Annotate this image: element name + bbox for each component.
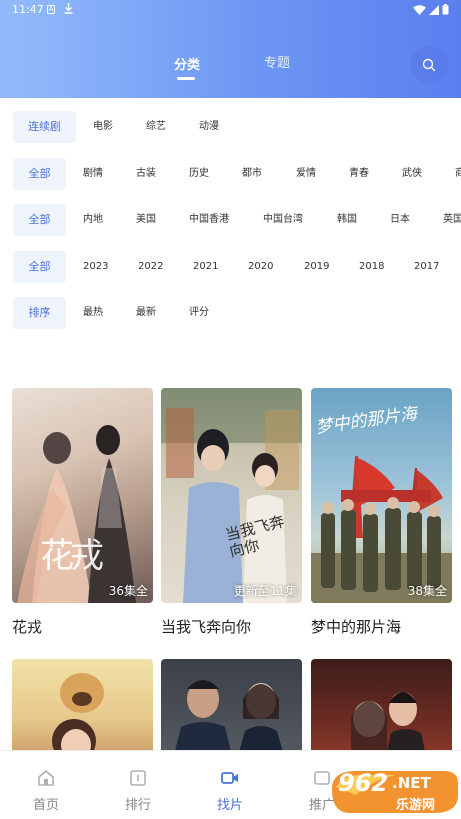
search-icon [422,58,436,72]
video-poster [12,659,153,759]
filter-sort-label[interactable]: 排序 [13,297,66,329]
filter-option[interactable]: 中国香港 [189,204,229,236]
notification-a-icon: A [47,5,55,14]
home-icon [38,770,54,786]
wifi-icon [413,4,426,15]
video-card[interactable] [161,659,302,759]
video-title: 花戎 [12,618,43,636]
tab-category[interactable]: 分类 [174,54,200,73]
filter-option[interactable]: 2017 [414,251,439,283]
filter-genre-selected[interactable]: 全部 [13,158,66,190]
filter-option[interactable]: 2020 [248,251,273,283]
filter-option[interactable]: 2021 [193,251,218,283]
filter-option[interactable]: 最热 [83,297,103,329]
filter-option[interactable]: 武侠 [402,158,422,190]
filter-option[interactable]: 评分 [189,297,209,329]
video-poster [311,659,452,759]
filter-row-region: 全部 内地 美国 中国香港 中国台湾 韩国 日本 英国 [0,204,461,236]
filter-option[interactable]: 2023 [83,251,108,283]
filter-option[interactable]: 都市 [242,158,262,190]
filter-option[interactable]: 韩国 [337,204,357,236]
filter-row-year: 全部 2023 2022 2021 2020 2019 2018 2017 [0,251,461,283]
filter-row-type: 连续剧 电影 综艺 动漫 [0,111,461,143]
video-poster: 梦中的那片海 38集全 [311,388,452,603]
video-poster: 当我飞奔向你 更新至11集 [161,388,302,603]
poster-art [52,673,104,759]
video-card[interactable]: 梦中的那片海 38集全 梦中的那片海 [311,388,452,636]
filter-option[interactable]: 青春 [349,158,369,190]
nav-label: 首页 [32,798,59,813]
download-icon [64,3,73,17]
filter-option[interactable]: 内地 [83,204,103,236]
filter-option[interactable]: 英国 [443,204,461,236]
filter-option[interactable]: 商 [455,158,461,190]
filter-row-sort: 排序 最热 最新 评分 [0,297,461,329]
watermark-site: 乐游网 [396,798,436,813]
ranking-icon [130,770,146,786]
header-tabs: 分类 专题 [0,52,461,82]
filter-option[interactable]: 古装 [136,158,156,190]
video-poster [161,659,302,759]
video-poster: 花戎 36集全 [12,388,153,603]
video-card[interactable] [12,659,153,759]
poster-art [173,680,285,759]
filter-option[interactable]: 2019 [304,251,329,283]
site-watermark: 962 .NET 乐游网 [326,765,461,819]
episode-badge: 更新至11集 [233,584,297,598]
watermark-brand: 962 [338,769,389,797]
nav-item-ranking[interactable]: 排行 [92,751,184,819]
video-title: 当我飞奔向你 [161,618,252,636]
status-time: 11:47 [12,3,44,16]
filter-type-selected[interactable]: 连续剧 [13,111,76,143]
filter-option[interactable]: 中国台湾 [263,204,303,236]
top-header: 11:47 A 分类 专题 [0,0,461,98]
tab-topics[interactable]: 专题 [264,52,290,71]
filter-option[interactable]: 爱情 [296,158,316,190]
poster-title-art: 花戎 [40,536,104,576]
video-title: 梦中的那片海 [311,618,402,636]
watermark-suffix: .NET [392,774,431,792]
nav-label: 找片 [216,798,243,813]
nav-item-find[interactable]: 找片 [184,751,276,819]
poster-art [351,692,427,759]
filter-option[interactable]: 电影 [93,111,113,143]
filter-option[interactable]: 日本 [390,204,410,236]
filter-option[interactable]: 历史 [189,158,209,190]
video-card[interactable] [311,659,452,759]
signal-icon [429,4,439,15]
episode-badge: 36集全 [108,584,148,598]
filter-option[interactable]: 最新 [136,297,156,329]
filter-option[interactable]: 2018 [359,251,384,283]
battery-icon [442,4,449,15]
filter-region-selected[interactable]: 全部 [13,204,66,236]
video-card[interactable]: 当我飞奔向你 更新至11集 当我飞奔向你 [161,388,302,636]
search-button[interactable] [410,46,448,84]
video-icon [221,772,238,784]
filter-row-genre: 全部 剧情 古装 历史 都市 爱情 青春 武侠 商 [0,158,461,190]
episode-badge: 38集全 [407,584,447,598]
video-card[interactable]: 花戎 36集全 花戎 [12,388,153,636]
nav-item-home[interactable]: 首页 [0,751,92,819]
filter-option[interactable]: 动漫 [199,111,219,143]
status-bar: 11:47 A [0,0,461,20]
nav-label: 排行 [124,798,151,813]
filter-option[interactable]: 美国 [136,204,156,236]
filter-year-selected[interactable]: 全部 [13,251,66,283]
filter-option[interactable]: 综艺 [146,111,166,143]
poster-art [161,388,302,603]
filter-option[interactable]: 剧情 [83,158,103,190]
filter-option[interactable]: 2022 [138,251,163,283]
tab-underline [177,77,195,80]
